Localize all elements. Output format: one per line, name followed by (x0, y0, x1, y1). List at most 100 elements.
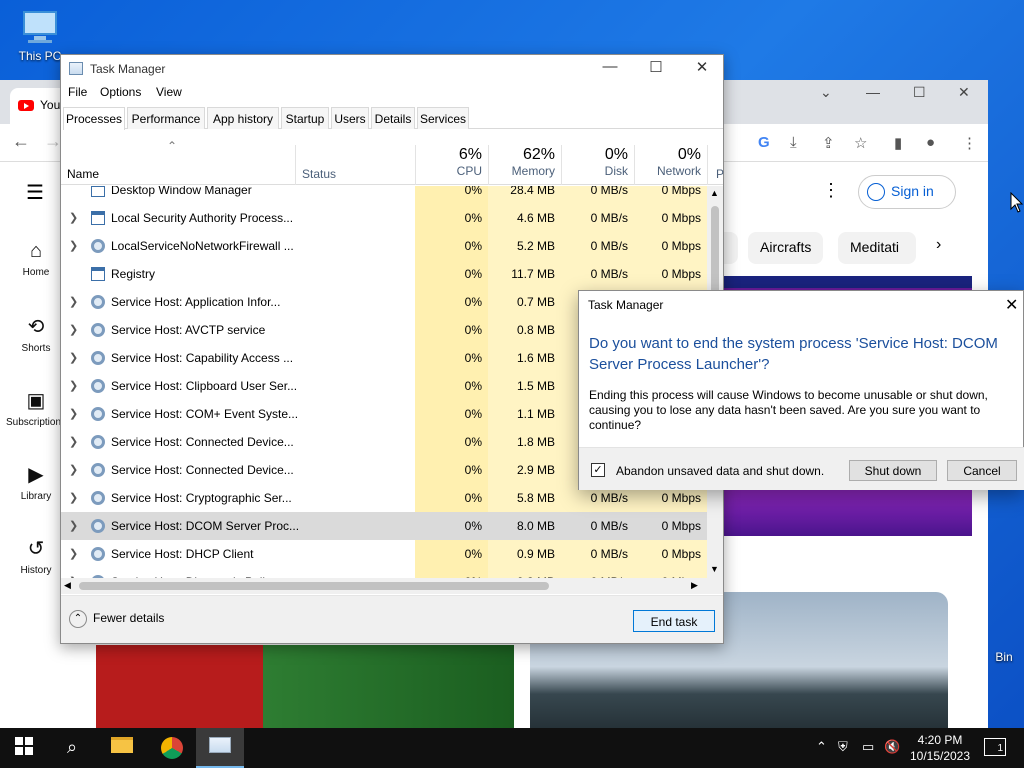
expand-chevron-icon[interactable]: ❯ (69, 295, 78, 308)
browser-maximize-icon[interactable]: ☐ (913, 84, 926, 101)
file-explorer-taskbar-button[interactable] (98, 728, 146, 768)
this-pc-desktop-icon[interactable]: This PC (14, 10, 66, 63)
video-thumbnail[interactable] (96, 645, 514, 728)
dialog-title: Task Manager (588, 298, 664, 312)
tab-app-history[interactable]: App history (207, 107, 279, 129)
show-hidden-icons-chevron-icon[interactable]: ⌃ (816, 739, 827, 755)
process-name: Service Host: Application Infor... (111, 295, 281, 309)
scroll-down-icon[interactable]: ▼ (710, 564, 719, 574)
recycle-bin-desktop-icon[interactable]: Bin (984, 600, 1024, 664)
table-row[interactable]: ❯ Service Host: DHCP Client 0% 0.9 MB 0 MB/s… (61, 540, 707, 568)
tab-processes[interactable]: Processes (63, 107, 125, 130)
security-icon[interactable]: ⛨ (838, 739, 848, 755)
google-lens-icon[interactable]: G (758, 134, 770, 151)
window-icon (91, 186, 105, 197)
tab-performance[interactable]: Performance (127, 107, 205, 129)
table-row[interactable]: Registry 0% 11.7 MB 0 MB/s 0 Mbps (61, 260, 707, 288)
sign-in-button[interactable]: Sign in (858, 175, 956, 209)
cancel-button[interactable]: Cancel (947, 460, 1017, 481)
expand-chevron-icon[interactable]: ❯ (69, 379, 78, 392)
fewer-details-button[interactable]: ⌃ Fewer details (69, 610, 164, 628)
search-button[interactable]: ⌕ (48, 728, 96, 768)
minimize-icon[interactable]: — (587, 58, 633, 75)
abandon-data-checkbox[interactable]: ✓ (591, 463, 605, 477)
bookmark-star-icon[interactable]: ☆ (854, 134, 867, 152)
table-row[interactable]: Desktop Window Manager 0% 28.4 MB 0 MB/s 0 M… (61, 186, 707, 204)
menu-view[interactable]: View (156, 85, 182, 99)
horizontal-scrollbar[interactable]: ◀ ▶ (61, 578, 723, 594)
dialog-close-icon[interactable]: ✕ (1005, 295, 1018, 315)
chrome-menu-icon[interactable]: ⋮ (962, 134, 977, 152)
menu-file[interactable]: File (68, 85, 87, 99)
network-icon[interactable]: ▭ (862, 739, 874, 755)
table-row[interactable]: ❯ Local Security Authority Process... 0% 4.… (61, 204, 707, 232)
expand-chevron-icon[interactable]: ❯ (69, 407, 78, 420)
table-row[interactable]: ❯ Service Host: DCOM Server Proc... 0% 8.0 … (61, 512, 707, 540)
abandon-data-label[interactable]: Abandon unsaved data and shut down. (616, 464, 824, 478)
browser-minimize-icon[interactable]: — (866, 84, 880, 100)
network-label: Network (656, 164, 701, 178)
process-name: Service Host: Clipboard User Ser... (111, 379, 298, 393)
maximize-icon[interactable]: ☐ (633, 58, 679, 76)
column-memory[interactable]: 62% Memory (488, 145, 561, 185)
taskbar-clock[interactable]: 4:20 PM 10/15/2023 (908, 732, 972, 764)
column-name[interactable]: Name (67, 167, 99, 181)
table-row[interactable]: ❯ LocalServiceNoNetworkFirewall ... 0% 5.2 … (61, 232, 707, 260)
column-disk[interactable]: 0% Disk (561, 145, 634, 185)
browser-close-icon[interactable]: ✕ (958, 84, 970, 101)
volume-muted-icon[interactable]: 🔇 (884, 739, 900, 755)
expand-chevron-icon[interactable]: ❯ (69, 547, 78, 560)
expand-chevron-icon[interactable]: ❯ (69, 239, 78, 252)
chrome-taskbar-button[interactable] (148, 728, 196, 768)
expand-chevron-icon[interactable]: ❯ (69, 211, 78, 224)
process-memory: 5.2 MB (516, 239, 555, 253)
expand-chevron-icon[interactable]: ❯ (69, 435, 78, 448)
process-disk: 0 MB/s (590, 491, 628, 505)
column-cpu[interactable]: 6% CPU (415, 145, 488, 185)
tab-search-chevron-icon[interactable]: ⌄ (820, 84, 832, 101)
expand-chevron-icon[interactable]: ❯ (69, 519, 78, 532)
process-name: Local Security Authority Process... (111, 211, 294, 225)
scroll-up-icon[interactable]: ▲ (710, 188, 719, 198)
column-status[interactable]: Status (295, 145, 415, 185)
notification-center-icon[interactable]: 1 (984, 738, 1006, 756)
process-memory: 1.6 MB (516, 351, 555, 365)
expand-chevron-icon[interactable]: ❯ (69, 491, 78, 504)
process-name: Service Host: Cryptographic Ser... (111, 491, 292, 505)
task-manager-taskbar-button[interactable] (196, 728, 244, 768)
table-row[interactable]: ❯Service Host: Diagnostic Policy ...0%9.… (61, 568, 707, 578)
fewer-details-label: Fewer details (93, 611, 165, 626)
task-manager-title-bar[interactable]: Task Manager — ☐ ✕ (61, 55, 723, 83)
close-icon[interactable]: ✕ (679, 58, 725, 76)
chip-aircrafts[interactable]: Aircrafts (748, 232, 824, 264)
chip-meditation[interactable]: Meditati (838, 232, 916, 264)
end-task-button[interactable]: End task (633, 610, 715, 632)
tab-startup[interactable]: Startup (281, 107, 329, 129)
memory-label: Memory (511, 164, 555, 178)
youtube-more-icon[interactable]: ⋮ (822, 180, 840, 201)
horizontal-scroll-thumb[interactable] (79, 582, 549, 590)
install-app-icon[interactable]: ⤓ (790, 134, 797, 151)
expand-chevron-icon[interactable]: ❯ (69, 463, 78, 476)
scroll-left-icon[interactable]: ◀ (64, 580, 71, 591)
shut-down-button[interactable]: Shut down (849, 460, 937, 481)
scroll-right-icon[interactable]: ▶ (691, 580, 698, 591)
clock-time: 4:20 PM (917, 733, 963, 747)
tab-services[interactable]: Services (417, 107, 469, 129)
profile-avatar-icon[interactable]: ● (926, 134, 935, 151)
expand-chevron-icon[interactable]: ❯ (69, 351, 78, 364)
hamburger-menu-icon[interactable]: ☰ (26, 180, 44, 205)
menu-options[interactable]: Options (100, 85, 141, 99)
tab-details[interactable]: Details (371, 107, 415, 129)
start-button[interactable] (0, 728, 48, 768)
back-arrow-icon[interactable]: ← (12, 131, 30, 152)
expand-chevron-icon[interactable]: ❯ (69, 323, 78, 336)
column-network[interactable]: 0% Network (634, 145, 707, 185)
column-power[interactable]: P (707, 145, 724, 185)
side-panel-icon[interactable]: ▮ (894, 134, 902, 152)
chips-next-chevron-icon[interactable]: › (936, 236, 941, 254)
tab-users[interactable]: Users (331, 107, 369, 129)
share-icon[interactable]: ⇪ (822, 134, 835, 152)
search-icon: ⌕ (66, 737, 78, 757)
gear-icon (91, 351, 105, 365)
